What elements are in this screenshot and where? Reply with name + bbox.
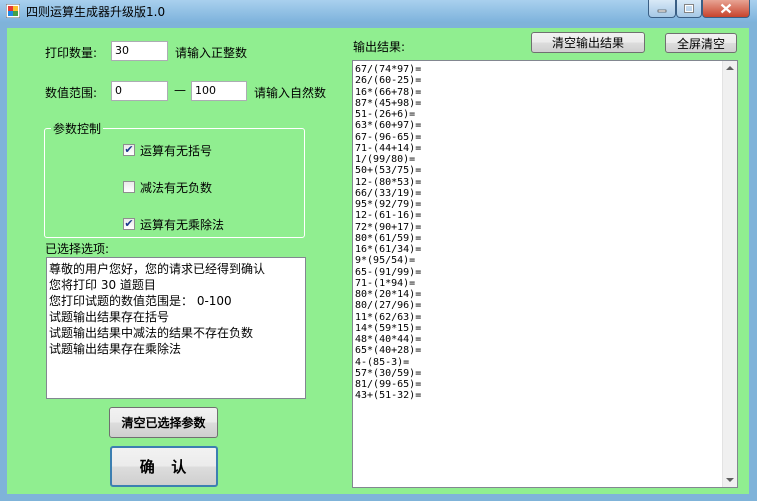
output-line: 14*(59*15)= (355, 322, 422, 334)
output-line: 48*(40*44)= (355, 334, 422, 345)
range-min-input[interactable]: 0 (111, 81, 168, 101)
output-scrollbar[interactable] (722, 61, 737, 487)
output-line: 16*(61/34)= (355, 244, 422, 255)
close-icon (720, 3, 732, 14)
selected-options-label: 已选择选项: (45, 242, 110, 256)
param-checkbox-brackets[interactable]: ✔ (123, 144, 135, 156)
output-line: 43+(51-32)= (355, 390, 422, 402)
param-label-brackets[interactable]: 运算有无括号 (140, 142, 212, 159)
selected-line: 您打印试题的数值范围是： 0-100 (49, 294, 232, 308)
output-line: 12-(80*53)= (355, 176, 422, 188)
checkmark-icon: ✔ (124, 217, 134, 230)
output-line: 12-(61-16)= (355, 210, 422, 222)
output-line: 67/(74*97)= (355, 64, 422, 75)
params-group-title: 参数控制 (51, 120, 104, 137)
output-line: 80*(20*14)= (355, 289, 422, 300)
output-line: 66/(33/19)= (355, 187, 422, 199)
app-window: 四则运算生成器升级版1.0 打印数量: 30 请输入正整数 数值范围: 0 — … (0, 0, 757, 501)
output-line: 26/(60-25)= (355, 75, 422, 87)
app-icon (6, 4, 20, 18)
clear-output-button[interactable]: 清空输出结果 (531, 32, 645, 53)
range-hint: 请输入自然数 (254, 86, 327, 100)
output-line: 9*(95/54)= (355, 255, 416, 267)
selected-line: 您将打印 30 道题目 (49, 278, 156, 292)
output-line: 71-(44+14)= (355, 142, 422, 154)
print-count-label: 打印数量: (45, 46, 98, 60)
selected-line: 试题输出结果中减法的结果不存在负数 (49, 326, 254, 340)
range-dash: — (174, 83, 186, 97)
maximize-icon (684, 3, 694, 13)
selected-line: 试题输出结果存在乘除法 (49, 342, 182, 356)
output-line: 57*(30/59)= (355, 367, 422, 379)
selected-line: 试题输出结果存在括号 (49, 310, 170, 324)
output-label: 输出结果: (353, 40, 406, 54)
minimize-icon (657, 9, 667, 12)
output-lines: 67/(74*97)= 26/(60-25)= 16*(66+78)= 87*(45+… (355, 64, 421, 402)
param-checkbox-negative[interactable] (123, 181, 135, 193)
close-button[interactable] (702, 0, 750, 18)
selected-line: 尊敬的用户您好，您的请求已经得到确认 (49, 262, 266, 276)
output-line: 1/(99/80)= (355, 154, 416, 165)
minimize-button[interactable] (648, 0, 676, 18)
clear-all-button[interactable]: 全屏清空 (665, 33, 737, 53)
output-line: 67-(96-65)= (355, 131, 422, 143)
output-line: 71-(1*94)= (355, 277, 416, 289)
output-textbox[interactable]: 67/(74*97)= 26/(60-25)= 16*(66+78)= 87*(45+… (352, 60, 738, 488)
selected-options-textbox[interactable]: 尊敬的用户您好，您的请求已经得到确认 您将打印 30 道题目 您打印试题的数值范… (46, 257, 306, 399)
output-line: 80/(27/96)= (355, 300, 422, 312)
clear-params-button[interactable]: 清空已选择参数 (109, 407, 218, 438)
output-line: 11*(62/63)= (355, 311, 422, 323)
param-label-negative[interactable]: 减法有无负数 (140, 179, 212, 196)
maximize-button[interactable] (676, 0, 702, 18)
print-count-input[interactable]: 30 (111, 41, 168, 61)
param-checkbox-muldiv[interactable]: ✔ (123, 218, 135, 230)
output-line: 4-(85-3)= (355, 356, 410, 368)
checkmark-icon: ✔ (124, 143, 134, 156)
output-line: 95*(92/79)= (355, 199, 422, 210)
confirm-button[interactable]: 确 认 (110, 446, 218, 487)
window-title: 四则运算生成器升级版1.0 (26, 5, 166, 19)
title-bar[interactable]: 四则运算生成器升级版1.0 (0, 0, 757, 22)
output-line: 80*(61/59)= (355, 232, 422, 244)
range-label: 数值范围: (45, 86, 98, 100)
output-line: 63*(60+97)= (355, 120, 422, 132)
range-max-input[interactable]: 100 (191, 81, 247, 101)
output-line: 50+(53/75)= (355, 165, 422, 177)
output-line: 87*(45+98)= (355, 97, 422, 109)
output-line: 65-(91/99)= (355, 266, 422, 278)
param-label-muldiv[interactable]: 运算有无乘除法 (140, 216, 224, 233)
scroll-up-arrow-icon[interactable] (726, 66, 734, 70)
output-line: 72*(90+17)= (355, 221, 422, 233)
scroll-down-arrow-icon[interactable] (726, 478, 734, 482)
output-line: 51-(26+6)= (355, 109, 416, 120)
output-line: 65*(40+28)= (355, 345, 422, 357)
print-count-hint: 请输入正整数 (175, 46, 248, 60)
output-line: 81/(99-65)= (355, 379, 422, 390)
output-line: 16*(66+78)= (355, 86, 422, 98)
